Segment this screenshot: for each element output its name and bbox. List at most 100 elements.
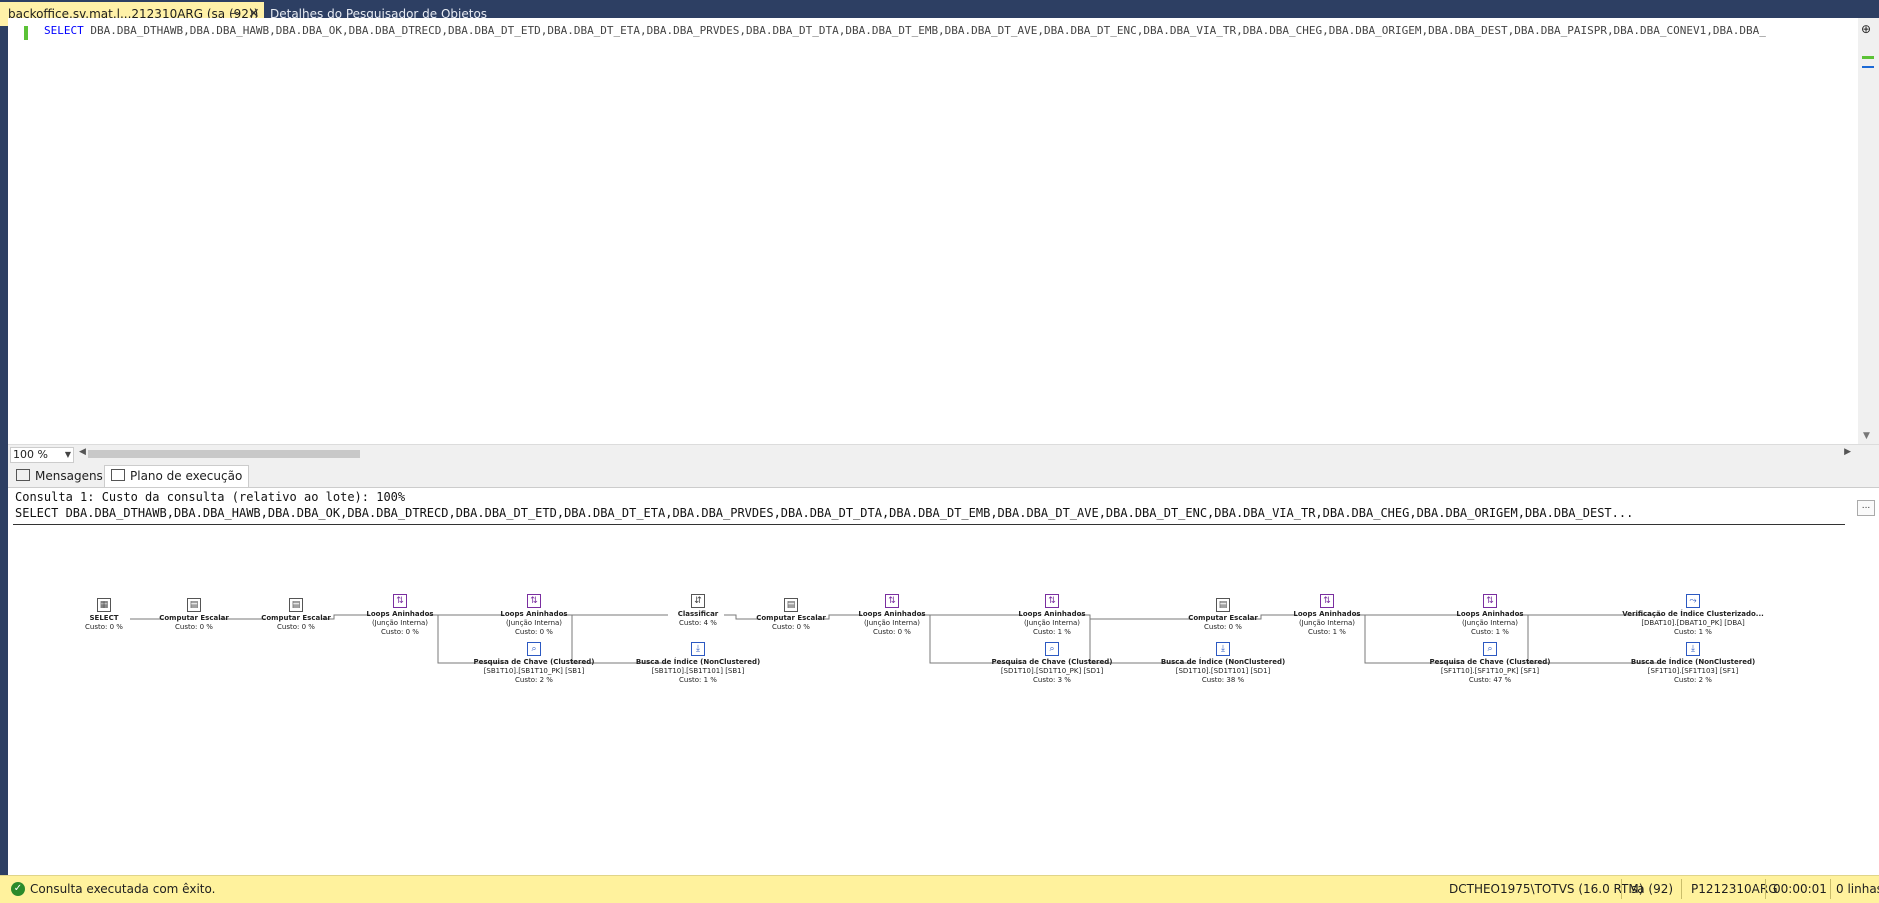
execution-plan-pane[interactable]: Consulta 1: Custo da consulta (relativo … xyxy=(8,488,1879,875)
tab-messages-label: Mensagens xyxy=(35,469,103,483)
status-server: DCTHEO1975\TOTVS (16.0 RTM) xyxy=(1449,882,1644,896)
plan-node[interactable]: ⌕ Pesquisa de Chave (Clustered) [SD1T10].[… xyxy=(967,642,1137,685)
status-elapsed: 00:00:01 xyxy=(1773,882,1827,896)
plan-node-label: Pesquisa de Chave (Clustered) xyxy=(473,658,595,666)
status-rows: 0 linhas xyxy=(1836,882,1879,896)
plan-node-detail: [SF1T10].[SF1T103] [SF1] xyxy=(1647,667,1739,675)
plan-node[interactable]: ⇅ Loops Aninhados (Junção Interna) Custo: 1… xyxy=(1405,594,1575,637)
status-divider xyxy=(1830,879,1831,899)
sql-columns: DBA.DBA_DTHAWB,DBA.DBA_HAWB,DBA.DBA_OK,D… xyxy=(83,24,1766,37)
zoom-value: 100 % xyxy=(13,448,48,461)
plan-node-label: Loops Aninhados xyxy=(858,610,926,618)
sql-keyword: SELECT xyxy=(44,24,84,37)
split-editor-icon[interactable]: ⊕ xyxy=(1861,22,1876,36)
nested-loops-icon: ⇅ xyxy=(1483,594,1497,608)
tab-execution-plan-label: Plano de execução xyxy=(130,469,243,483)
key-lookup-icon: ⌕ xyxy=(527,642,541,656)
compute-scalar-icon: ▤ xyxy=(187,598,201,612)
plan-node-detail: (Junção Interna) xyxy=(863,619,921,627)
compute-scalar-icon: ▤ xyxy=(1216,598,1230,612)
plan-node-cost: Custo: 2 % xyxy=(515,676,553,684)
plan-node[interactable]: ⌕ Pesquisa de Chave (Clustered) [SF1T10].[… xyxy=(1405,642,1575,685)
plan-node-detail: [SF1T10].[SF1T10_PK] [SF1] xyxy=(1440,667,1540,675)
editor-vertical-scrollbar[interactable]: ⊕ ▼ xyxy=(1858,18,1879,445)
query-text[interactable]: SELECT DBA.DBA_DTHAWB,DBA.DBA_HAWB,DBA.D… xyxy=(44,24,1766,37)
plan-node-detail: (Junção Interna) xyxy=(1023,619,1081,627)
success-icon: ✓ xyxy=(11,882,25,896)
key-lookup-icon: ⌕ xyxy=(1483,642,1497,656)
plan-node-cost: Custo: 3 % xyxy=(1033,676,1071,684)
scroll-down-icon[interactable]: ▼ xyxy=(1863,431,1870,441)
compute-scalar-icon: ▤ xyxy=(784,598,798,612)
scroll-left-icon[interactable]: ◀ xyxy=(79,447,86,457)
plan-node-detail: [DBAT10].[DBAT10_PK] [DBA] xyxy=(1641,619,1745,627)
plan-node-cost: Custo: 47 % xyxy=(1468,676,1512,684)
plan-node-detail: [SB1T10].[SB1T10_PK] [SB1] xyxy=(483,667,585,675)
plan-node-label: Pesquisa de Chave (Clustered) xyxy=(1429,658,1551,666)
status-divider xyxy=(1681,879,1682,899)
plan-node-detail: (Junção Interna) xyxy=(1461,619,1519,627)
plan-node-cost: Custo: 1 % xyxy=(1308,628,1346,636)
execution-plan-icon xyxy=(111,469,125,481)
plan-node-cost: Custo: 0 % xyxy=(515,628,553,636)
plan-node-detail: (Junção Interna) xyxy=(505,619,563,627)
plan-node[interactable]: ⇅ Loops Aninhados (Junção Interna) Custo: 0… xyxy=(807,594,977,637)
plan-node-cost: Custo: 1 % xyxy=(1674,628,1712,636)
nested-loops-icon: ⇅ xyxy=(1320,594,1334,608)
scroll-caret-marker xyxy=(1862,66,1874,68)
index-seek-icon: ⤓ xyxy=(1686,642,1700,656)
tab-execution-plan[interactable]: Plano de execução xyxy=(104,465,250,487)
plan-node[interactable]: ⤓ Busca de Índice (NonClustered) [SF1T10].… xyxy=(1608,642,1778,685)
status-message: Consulta executada com êxito. xyxy=(30,882,216,896)
plan-node-label: Busca de Índice (NonClustered) xyxy=(1630,658,1756,666)
plan-node-label: Loops Aninhados xyxy=(1456,610,1524,618)
plan-node[interactable]: ⤳ Verificação de Índice Clusterizado... [D… xyxy=(1608,594,1778,637)
plan-connectors xyxy=(130,614,1663,664)
plan-node-detail: [SD1T10].[SD1T101] [SD1] xyxy=(1175,667,1271,675)
plan-node-label: Busca de Índice (NonClustered) xyxy=(635,658,761,666)
plan-node-label: Loops Aninhados xyxy=(500,610,568,618)
query-editor[interactable]: SELECT DBA.DBA_DTHAWB,DBA.DBA_HAWB,DBA.D… xyxy=(8,18,1879,464)
plan-node[interactable]: ⇅ Loops Aninhados (Junção Interna) Custo: 1… xyxy=(1242,594,1412,637)
scroll-change-marker xyxy=(1862,56,1874,59)
compute-scalar-icon: ▤ xyxy=(289,598,303,612)
nested-loops-icon: ⇅ xyxy=(1045,594,1059,608)
plan-node-cost: Custo: 0 % xyxy=(873,628,911,636)
plan-node[interactable]: ⤓ Busca de Índice (NonClustered) [SD1T10].… xyxy=(1138,642,1308,685)
horizontal-scroll-thumb[interactable] xyxy=(88,450,360,458)
zoom-select[interactable]: 100 % ▼ xyxy=(10,447,74,463)
key-lookup-icon: ⌕ xyxy=(1045,642,1059,656)
scroll-right-icon[interactable]: ▶ xyxy=(1844,447,1851,457)
plan-node-label: Loops Aninhados xyxy=(1018,610,1086,618)
plan-node-label: Busca de Índice (NonClustered) xyxy=(1160,658,1286,666)
plan-node-cost: Custo: 38 % xyxy=(1201,676,1245,684)
status-divider xyxy=(1765,879,1766,899)
nested-loops-icon: ⇅ xyxy=(527,594,541,608)
status-bar: ✓ Consulta executada com êxito. DCTHEO19… xyxy=(0,875,1879,903)
sort-icon: ⇵ xyxy=(691,594,705,608)
plan-node[interactable]: ⤓ Busca de Índice (NonClustered) [SB1T10].… xyxy=(613,642,783,685)
nested-loops-icon: ⇅ xyxy=(885,594,899,608)
plan-node-cost: Custo: 2 % xyxy=(1674,676,1712,684)
chevron-down-icon: ▼ xyxy=(64,450,71,459)
status-divider xyxy=(1621,879,1622,899)
change-marker xyxy=(24,26,28,40)
plan-node-cost: Custo: 1 % xyxy=(1033,628,1071,636)
plan-node[interactable]: ⇅ Loops Aninhados (Junção Interna) Custo: 1… xyxy=(967,594,1137,637)
plan-node-cost: Custo: 1 % xyxy=(1471,628,1509,636)
results-tab-bar: Mensagens Plano de execução xyxy=(8,463,1879,488)
plan-node-detail: [SB1T10].[SB1T101] [SB1] xyxy=(651,667,745,675)
plan-node[interactable]: ⇅ Loops Aninhados (Junção Interna) Custo: 0… xyxy=(449,594,619,637)
plan-node-label: Verificação de Índice Clusterizado... xyxy=(1622,610,1764,618)
plan-node-detail: [SD1T10].[SD1T10_PK] [SD1] xyxy=(1000,667,1104,675)
index-seek-icon: ⤓ xyxy=(1216,642,1230,656)
status-user: sa (92) xyxy=(1631,882,1674,896)
nested-loops-icon: ⇅ xyxy=(393,594,407,608)
messages-icon xyxy=(16,469,30,481)
plan-node[interactable]: ⌕ Pesquisa de Chave (Clustered) [SB1T10].[… xyxy=(449,642,619,685)
plan-node-label: Pesquisa de Chave (Clustered) xyxy=(991,658,1113,666)
plan-node-detail: (Junção Interna) xyxy=(1298,619,1356,627)
plan-node-cost: Custo: 1 % xyxy=(679,676,717,684)
tab-messages[interactable]: Mensagens xyxy=(16,466,103,486)
plan-node-label: Loops Aninhados xyxy=(1293,610,1361,618)
